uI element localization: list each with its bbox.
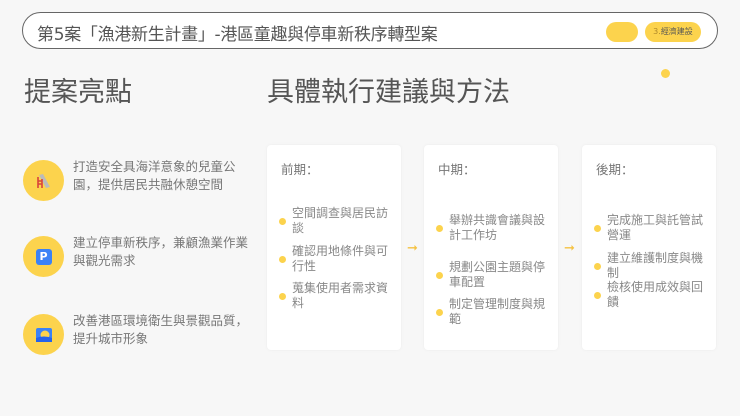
slide-icon: [23, 160, 64, 201]
phase-card-early: 前期： 空間調查與居民訪談 確認用地條件與可行性 蒐集使用者需求資料: [267, 145, 401, 350]
phase-item-text: 制定管理制度與規範: [449, 297, 546, 326]
arrow-right-icon: ➞: [407, 241, 418, 256]
page-title: 第5案「漁港新生計畫」-港區童趣與停車新秩序轉型案: [37, 25, 438, 45]
bullet-icon: [436, 309, 443, 316]
phase-item-text: 建立維護制度與機制: [607, 251, 704, 280]
phase-item: 規劃公園主題與停車配置: [436, 260, 554, 290]
highlight-text: 打造安全具海洋意象的兒童公園，提供居民共融休憩空間: [73, 159, 236, 192]
phase-item-text: 舉辦共識會議與設計工作坊: [449, 213, 546, 242]
bullet-icon: [279, 293, 286, 300]
phase-title: 中期：: [438, 162, 476, 177]
phase-card-late: 後期： 完成施工與託管試營運 建立維護制度與機制 檢核使用成效與回饋: [582, 145, 716, 350]
phase-item: 空間調查與居民訪談: [279, 206, 397, 236]
bullet-icon: [436, 225, 443, 232]
highlight-item: 改善港區環境衛生與景觀品質，提升城市形象: [23, 313, 253, 364]
highlight-item: 打造安全具海洋意象的兒童公園，提供居民共融休憩空間: [23, 159, 253, 210]
phase-title: 後期：: [596, 162, 634, 177]
phase-item-text: 完成施工與託管試營運: [607, 213, 704, 242]
phase-item: 確認用地條件與可行性: [279, 244, 397, 274]
phase-item-text: 空間調查與居民訪談: [292, 206, 389, 235]
bullet-icon: [594, 263, 601, 270]
phase-item: 蒐集使用者需求資料: [279, 281, 397, 311]
bullet-icon: [279, 256, 286, 263]
phase-item: 舉辦共識會議與設計工作坊: [436, 213, 554, 243]
tag-number: 3.: [653, 27, 661, 36]
highlight-text: 改善港區環境衛生與景觀品質，提升城市形象: [73, 313, 249, 346]
bullet-icon: [279, 218, 286, 225]
decorative-pill: [606, 22, 638, 42]
phase-title: 前期：: [281, 162, 319, 177]
highlight-text: 建立停車新秩序，兼顧漁業作業與觀光需求: [73, 235, 249, 268]
methods-heading: 具體執行建議與方法: [267, 77, 510, 108]
arrow-right-icon: ➞: [564, 241, 575, 256]
phase-item: 制定管理制度與規範: [436, 297, 554, 327]
phase-item: 建立維護制度與機制: [594, 251, 712, 281]
tag-label: 經濟建設: [660, 27, 693, 36]
parking-icon: P: [23, 236, 64, 277]
phase-item-text: 規劃公園主題與停車配置: [449, 260, 546, 289]
category-tag: 3.經濟建設: [645, 22, 701, 42]
sunrise-icon: [23, 314, 64, 355]
bullet-icon: [594, 292, 601, 299]
phase-card-middle: 中期： 舉辦共識會議與設計工作坊 規劃公園主題與停車配置 制定管理制度與規範: [424, 145, 558, 350]
phase-item: 完成施工與託管試營運: [594, 213, 712, 243]
bullet-icon: [436, 272, 443, 279]
decorative-dot: [661, 69, 670, 78]
highlight-item: P 建立停車新秩序，兼顧漁業作業與觀光需求: [23, 235, 253, 286]
phase-item-text: 確認用地條件與可行性: [292, 244, 389, 273]
phase-item: 檢核使用成效與回饋: [594, 280, 712, 310]
highlights-heading: 提案亮點: [24, 77, 132, 108]
bullet-icon: [594, 225, 601, 232]
phase-item-text: 蒐集使用者需求資料: [292, 281, 389, 310]
phase-item-text: 檢核使用成效與回饋: [607, 280, 704, 309]
title-bar: 第5案「漁港新生計畫」-港區童趣與停車新秩序轉型案 3.經濟建設: [22, 12, 718, 49]
